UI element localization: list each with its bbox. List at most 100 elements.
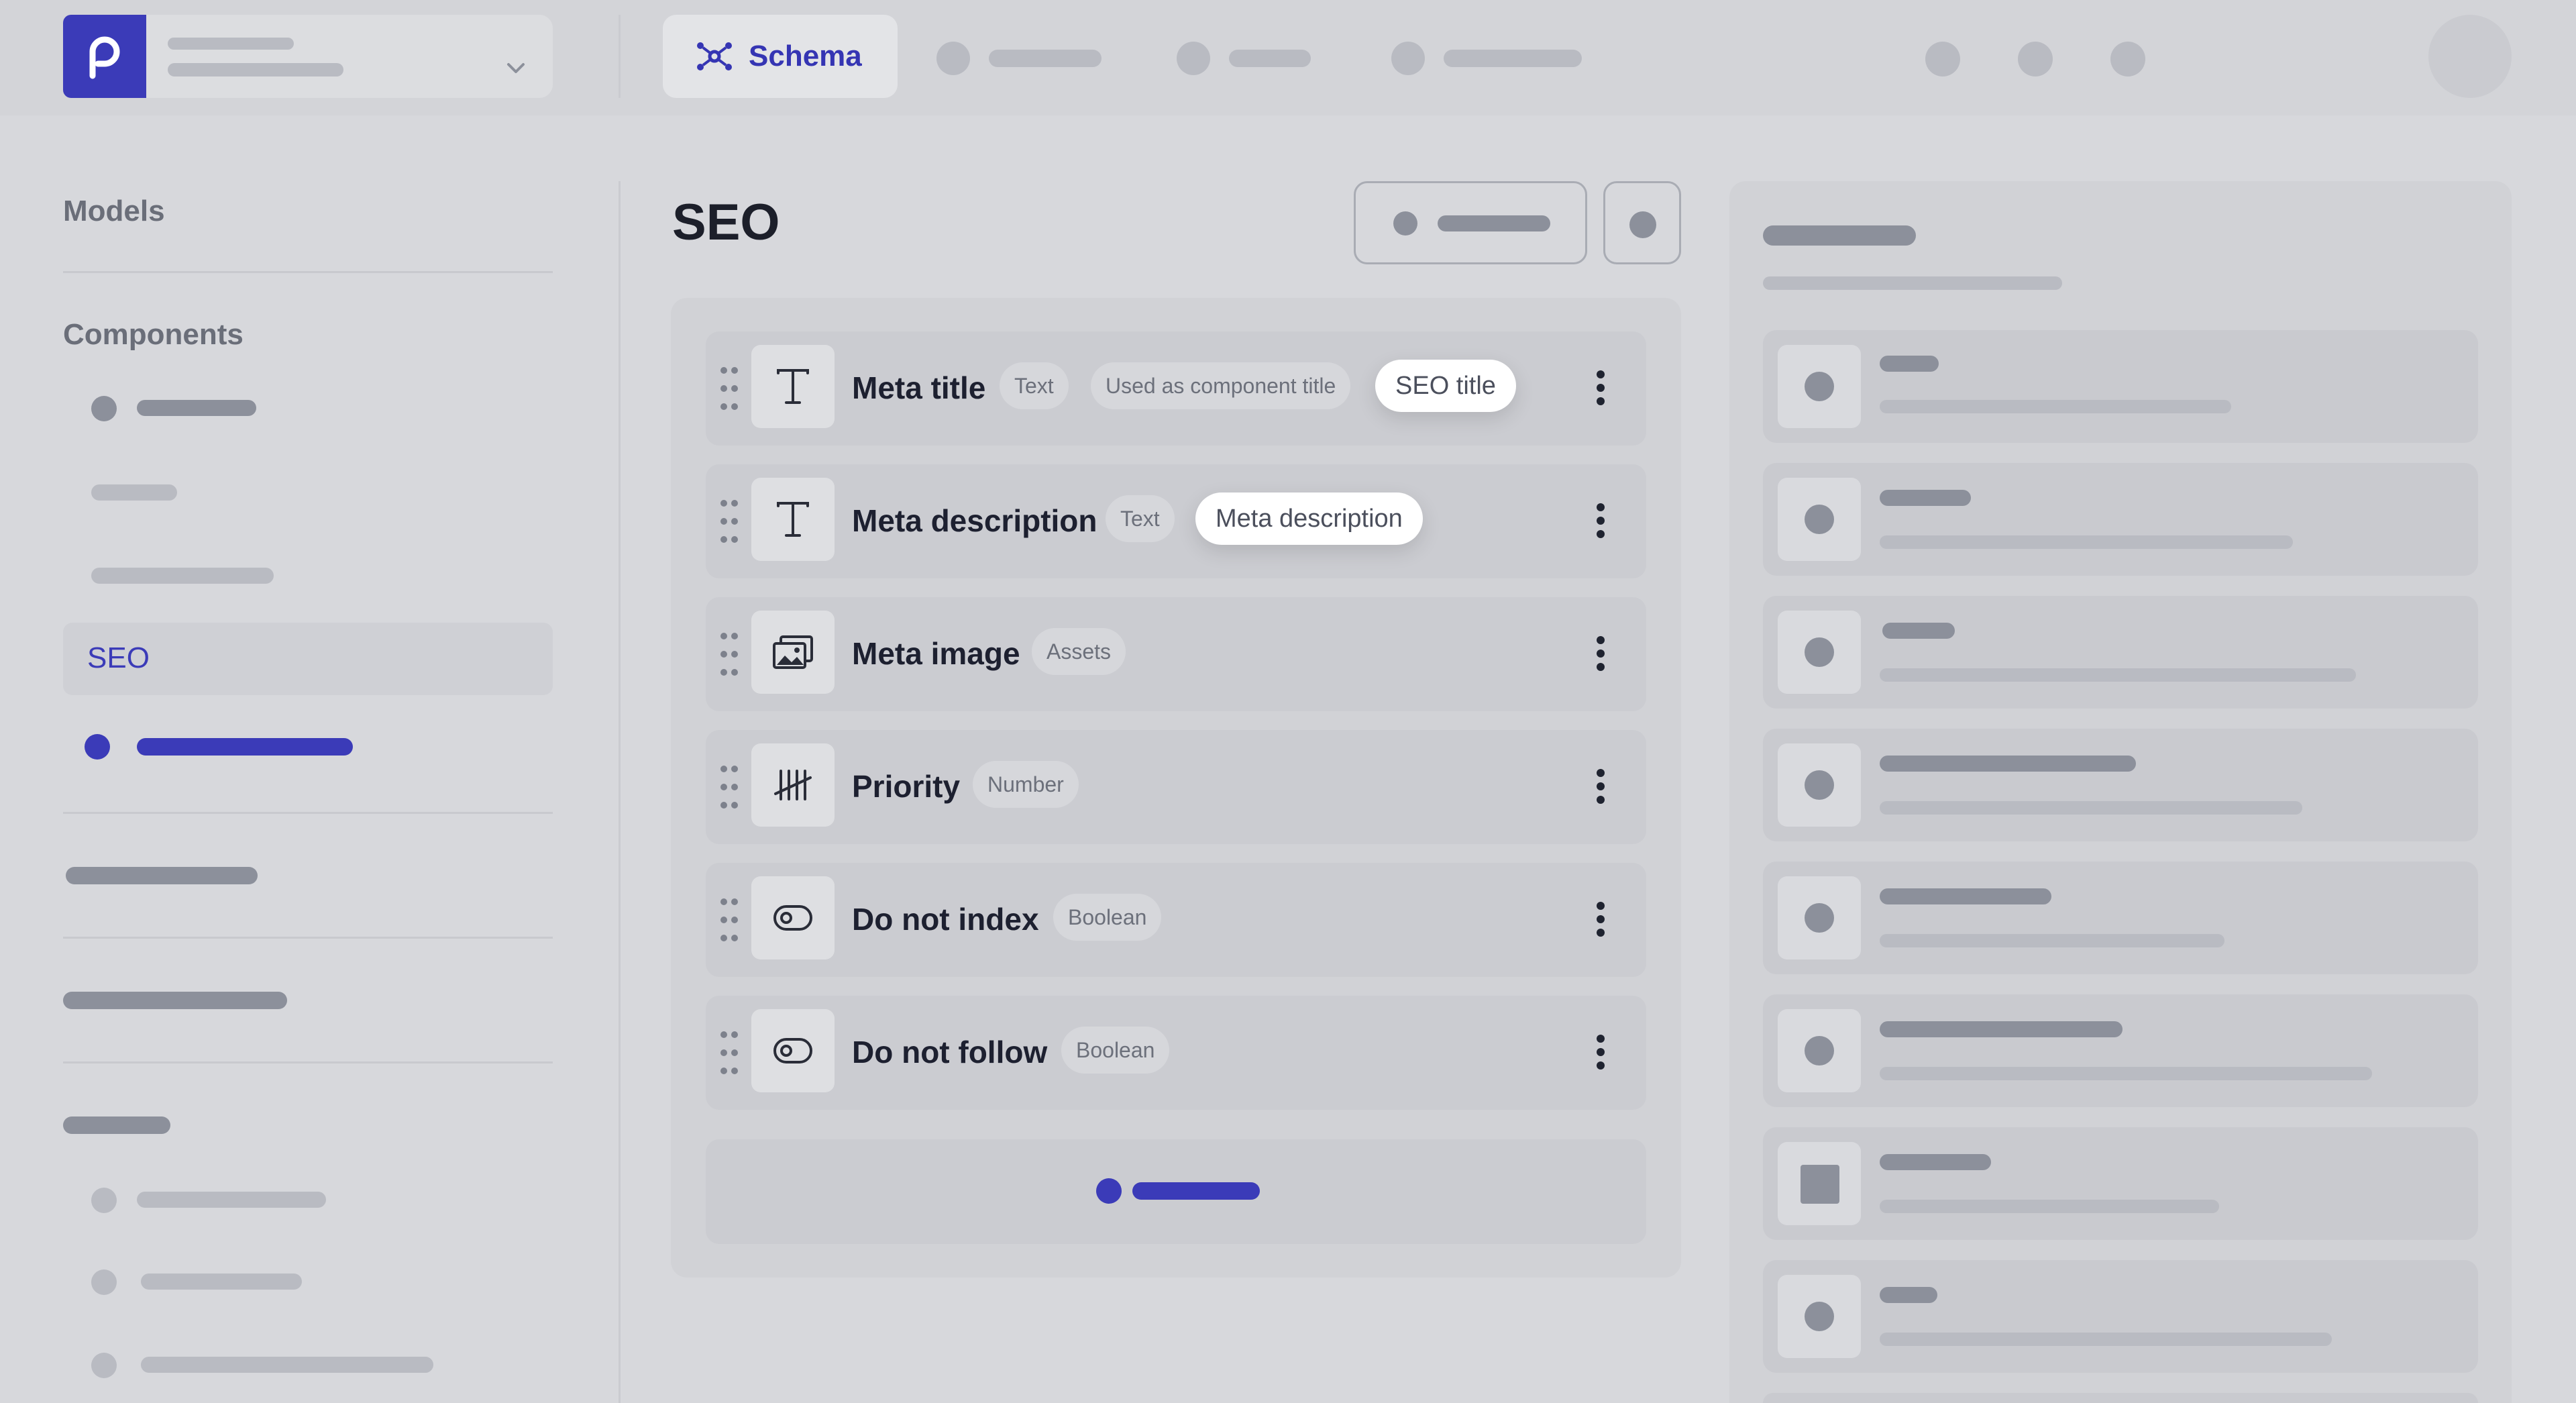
field-menu-icon[interactable] bbox=[1595, 635, 1606, 672]
tab-icon-placeholder[interactable] bbox=[1391, 42, 1425, 75]
page-title: SEO bbox=[672, 194, 780, 251]
component-action-button[interactable] bbox=[1354, 181, 1587, 264]
app-logo[interactable] bbox=[63, 15, 146, 98]
field-row-meta-image[interactable]: Meta image Assets bbox=[706, 597, 1646, 711]
header-action-icon[interactable] bbox=[2018, 42, 2053, 76]
field-row-meta-description[interactable]: Meta description Text Meta description bbox=[706, 464, 1646, 578]
sidebar-item-placeholder[interactable] bbox=[91, 484, 177, 501]
button-icon-placeholder bbox=[1393, 211, 1417, 236]
field-row-do-not-index[interactable]: Do not index Boolean bbox=[706, 863, 1646, 977]
project-selector[interactable] bbox=[146, 15, 553, 98]
field-type-card[interactable] bbox=[1763, 1393, 2478, 1403]
tab-label-placeholder[interactable] bbox=[989, 50, 1102, 67]
sidebar-item-seo[interactable]: SEO bbox=[63, 623, 553, 695]
more-options-button[interactable] bbox=[1603, 181, 1681, 264]
header-action-icon[interactable] bbox=[2110, 42, 2145, 76]
sidebar-item-placeholder[interactable] bbox=[137, 738, 353, 756]
sidebar-item-icon bbox=[91, 396, 117, 421]
avatar[interactable] bbox=[2428, 15, 2512, 98]
field-menu-icon[interactable] bbox=[1595, 768, 1606, 805]
field-type-badge: Assets bbox=[1032, 628, 1126, 675]
sidebar-separator bbox=[63, 812, 553, 814]
field-type-icon bbox=[1778, 876, 1861, 959]
drag-handle-icon[interactable] bbox=[719, 365, 739, 412]
card-title-placeholder bbox=[1880, 1021, 2123, 1037]
sidebar-section-placeholder[interactable] bbox=[63, 992, 287, 1009]
icon-placeholder bbox=[1805, 1302, 1834, 1331]
field-menu-icon[interactable] bbox=[1595, 1033, 1606, 1071]
field-type-card[interactable] bbox=[1763, 330, 2478, 443]
panel-title-placeholder bbox=[1763, 225, 1916, 246]
field-name: Meta description bbox=[852, 503, 1097, 538]
add-field-button[interactable] bbox=[706, 1139, 1646, 1244]
sidebar-separator bbox=[63, 937, 553, 939]
card-description-placeholder bbox=[1880, 1067, 2372, 1080]
drag-handle-icon[interactable] bbox=[719, 498, 739, 545]
field-type-badge: Boolean bbox=[1061, 1027, 1170, 1074]
field-type-icon bbox=[1778, 611, 1861, 694]
drag-handle-icon[interactable] bbox=[719, 896, 739, 943]
field-type-card[interactable] bbox=[1763, 994, 2478, 1107]
project-name-placeholder bbox=[168, 38, 294, 50]
sidebar-item-placeholder[interactable] bbox=[141, 1274, 302, 1290]
field-type-icon bbox=[1778, 345, 1861, 428]
field-type-card[interactable] bbox=[1763, 463, 2478, 576]
tab-schema-label: Schema bbox=[749, 40, 862, 72]
field-row-do-not-follow[interactable]: Do not follow Boolean bbox=[706, 996, 1646, 1110]
field-menu-icon[interactable] bbox=[1595, 502, 1606, 539]
tab-icon-placeholder[interactable] bbox=[936, 42, 970, 75]
field-name: Do not follow bbox=[852, 1035, 1048, 1070]
sidebar-item-icon bbox=[85, 734, 110, 760]
field-type-card[interactable] bbox=[1763, 1127, 2478, 1240]
card-title-placeholder bbox=[1880, 756, 2136, 772]
sidebar-item-icon bbox=[91, 1353, 117, 1378]
sidebar-item-icon bbox=[91, 1269, 117, 1295]
sidebar-item-placeholder[interactable] bbox=[91, 568, 274, 584]
schema-icon bbox=[697, 42, 732, 70]
card-description-placeholder bbox=[1880, 668, 2356, 682]
sidebar-section-placeholder[interactable] bbox=[63, 1116, 170, 1134]
field-type-card[interactable] bbox=[1763, 1260, 2478, 1373]
image-icon bbox=[751, 611, 835, 694]
field-name: Meta image bbox=[852, 636, 1020, 671]
field-type-card[interactable] bbox=[1763, 596, 2478, 709]
sidebar-heading-models[interactable]: Models bbox=[63, 195, 165, 228]
card-title-placeholder bbox=[1882, 623, 1955, 639]
header-action-icon[interactable] bbox=[1925, 42, 1960, 76]
toggle-icon bbox=[751, 1009, 835, 1092]
sidebar-item-placeholder[interactable] bbox=[137, 1192, 326, 1208]
field-type-card[interactable] bbox=[1763, 729, 2478, 841]
icon-placeholder bbox=[1805, 637, 1834, 667]
field-name: Priority bbox=[852, 769, 961, 804]
card-title-placeholder bbox=[1880, 356, 1939, 372]
tab-label-placeholder[interactable] bbox=[1229, 50, 1311, 67]
icon-placeholder bbox=[1801, 1165, 1839, 1204]
text-icon bbox=[751, 345, 835, 428]
number-tally-icon bbox=[751, 743, 835, 827]
field-menu-icon[interactable] bbox=[1595, 369, 1606, 407]
tab-schema[interactable]: Schema bbox=[663, 15, 898, 98]
drag-handle-icon[interactable] bbox=[719, 1029, 739, 1076]
sidebar-item-placeholder[interactable] bbox=[141, 1357, 433, 1373]
sidebar-heading-components[interactable]: Components bbox=[63, 318, 244, 352]
field-type-card[interactable] bbox=[1763, 862, 2478, 974]
card-description-placeholder bbox=[1880, 1333, 2332, 1346]
logo-icon bbox=[89, 36, 120, 79]
field-row-meta-title[interactable]: Meta title Text Used as component title … bbox=[706, 331, 1646, 446]
toggle-icon bbox=[751, 876, 835, 959]
add-field-label-placeholder bbox=[1132, 1182, 1260, 1200]
field-type-icon bbox=[1778, 1142, 1861, 1225]
field-note-badge: Used as component title bbox=[1091, 362, 1351, 409]
sidebar-separator bbox=[63, 1061, 553, 1063]
drag-handle-icon[interactable] bbox=[719, 631, 739, 678]
field-menu-icon[interactable] bbox=[1595, 900, 1606, 938]
tab-icon-placeholder[interactable] bbox=[1177, 42, 1210, 75]
field-role-pill: Meta description bbox=[1195, 492, 1423, 545]
drag-handle-icon[interactable] bbox=[719, 764, 739, 811]
field-type-icon bbox=[1778, 1009, 1861, 1092]
field-row-priority[interactable]: Priority Number bbox=[706, 730, 1646, 844]
sidebar-section-placeholder[interactable] bbox=[66, 867, 258, 884]
field-type-icon bbox=[1778, 1275, 1861, 1358]
tab-label-placeholder[interactable] bbox=[1444, 50, 1582, 67]
sidebar-item-placeholder[interactable] bbox=[137, 400, 256, 416]
